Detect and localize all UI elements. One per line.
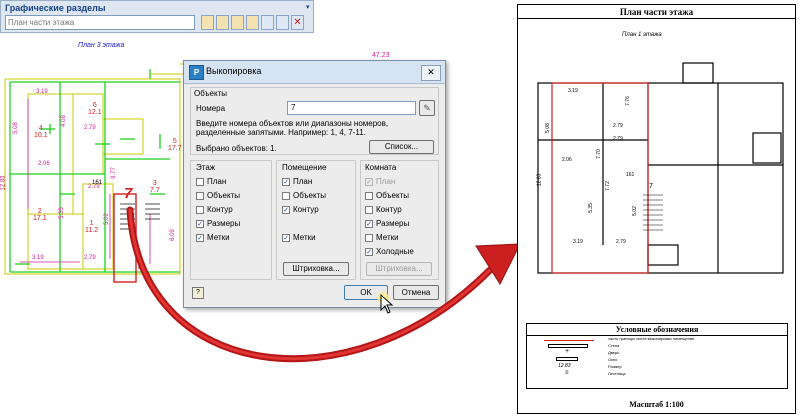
cad-dim: 5.35 (58, 207, 65, 219)
sheet-dim: 3.19 (573, 239, 583, 245)
cad-dim: 4.08 (60, 115, 67, 127)
legend-item: Размер (608, 364, 622, 369)
pick-icon[interactable]: ✎ (419, 100, 435, 116)
number-input[interactable]: 7 (287, 101, 416, 115)
sheet-dim: 2.79 (616, 239, 626, 245)
arrow-icon (126, 206, 521, 363)
room-marker: 1 11.2 (85, 220, 99, 234)
sheet-dim: 7.70 (595, 149, 602, 159)
room-marker: 4 10.1 (34, 125, 48, 139)
sheet-dim: 3.19 (568, 88, 578, 94)
sheet-dim: 7.72 (604, 181, 611, 191)
sheet-subtitle: План 1 этажа (622, 32, 662, 38)
sheet-dim: 5.08 (544, 123, 551, 133)
sheet-dim: 7.76 (624, 96, 631, 106)
cad-dim: 5.08 (12, 122, 19, 134)
legend-size-sample: 12.83 (558, 363, 571, 369)
legend-line-red (544, 340, 594, 341)
panel-title: Графические разделы (5, 3, 106, 13)
cad-dim: 2.79 (84, 125, 96, 131)
selected-count: Выбрано объектов: 1. (196, 144, 277, 153)
premise-header: Помещение (282, 163, 327, 172)
cad-dim: 2.06 (38, 161, 50, 167)
sheet-dim: 161 (626, 172, 635, 178)
close-icon[interactable]: ✕ (421, 65, 441, 81)
cad-dim: 3.19 (32, 255, 44, 261)
legend-stair-icon: ≡ (565, 370, 569, 376)
legend-item: Стена (608, 343, 620, 348)
number-hint: Введите номера объектов или диапазоны но… (196, 119, 389, 137)
delete-icon[interactable]: ✕ (291, 15, 304, 30)
cad-dim: 2.79 (84, 255, 96, 261)
toolbar-button[interactable] (246, 15, 259, 30)
dialog-titlebar[interactable]: P Выкопировка ✕ (184, 61, 445, 84)
sheet-plan (537, 62, 784, 274)
room-marker: 2 17.1 (33, 208, 47, 222)
cad-dim: 9.77 (110, 167, 117, 179)
toolbar-button[interactable] (201, 15, 214, 30)
sheet-dim: 2.06 (562, 157, 572, 163)
sheet-room-marker: 7 (649, 183, 653, 190)
toolbar-button[interactable] (261, 15, 274, 30)
room-marker: 6 12.1 (88, 102, 102, 116)
toolbar-button[interactable] (231, 15, 244, 30)
legend-item: часть границы листа выкопировки помещени… (608, 336, 695, 341)
objects-group-label: Объекты (194, 89, 227, 98)
sheet-dim: 2.79 (613, 136, 623, 142)
sheet-dim: 5.02 (631, 206, 638, 216)
section-search-input[interactable] (5, 15, 195, 30)
legend-item: Дверь (608, 350, 620, 355)
toolbar-button[interactable] (216, 15, 229, 30)
graphic-sections-panel: Графические разделы ✕ ▾ (0, 0, 314, 33)
toolbar-button[interactable] (276, 15, 289, 30)
legend-window (556, 357, 578, 361)
sheet-scale: Масштаб 1:100 (629, 400, 684, 409)
legend-item: Лестница (608, 371, 626, 376)
room-marker: 5 17.7 (168, 138, 182, 152)
sheet-title: План части этажа (619, 7, 694, 17)
legend-door-icon: + (565, 348, 570, 355)
legend-item: Окно (608, 357, 618, 362)
drawing-sheet: План части этажа План 1 этажа 3.19 7.76 … (517, 4, 796, 414)
legend-title: Условные обозначения (615, 325, 699, 334)
floor-header: Этаж (196, 163, 216, 172)
sheet-dim: 5.35 (587, 203, 594, 213)
room-header: Комната (365, 163, 397, 172)
list-button[interactable]: Список... (369, 140, 434, 154)
cad-dim: 3.19 (36, 89, 48, 95)
panel-pin-icon[interactable]: ▾ (306, 3, 310, 11)
dialog-title: Выкопировка (206, 66, 262, 76)
cad-dim: 47.23 (372, 52, 390, 59)
number-label: Номера (196, 104, 226, 113)
sheet-dim: 2.79 (613, 123, 623, 129)
app-icon: P (189, 65, 204, 80)
cad-plan-title: План 3 этажа (78, 42, 125, 49)
divider (518, 18, 795, 19)
cad-dim: 12.83 (0, 175, 7, 191)
sheet-dim: 12.83 (536, 173, 543, 187)
